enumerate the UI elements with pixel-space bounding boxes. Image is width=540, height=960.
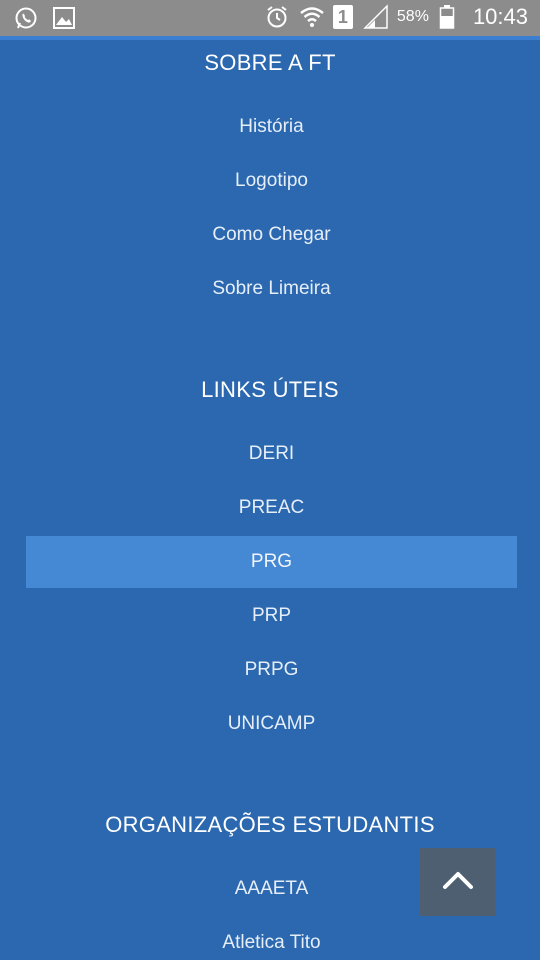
nav-item-prpg[interactable]: PRPG xyxy=(26,644,517,696)
nav-item-unicamp[interactable]: UNICAMP xyxy=(26,698,517,750)
nav-item-como-chegar[interactable]: Como Chegar xyxy=(26,209,517,261)
sim-icon: 1 xyxy=(332,5,353,29)
gallery-icon xyxy=(52,5,76,31)
wifi-icon xyxy=(299,4,324,30)
nav-item-logotipo[interactable]: Logotipo xyxy=(26,155,517,207)
nav-item-preac[interactable]: PREAC xyxy=(26,482,517,534)
nav-item-prp[interactable]: PRP xyxy=(26,590,517,642)
section-title-sobre: SOBRE A FT xyxy=(204,50,336,75)
nav-item-historia[interactable]: História xyxy=(26,101,517,153)
alarm-icon xyxy=(265,4,289,30)
nav-item-prg[interactable]: PRG xyxy=(26,536,517,588)
back-to-top-button[interactable] xyxy=(420,848,495,916)
section-title-org: ORGANIZAÇÕES ESTUDANTIS xyxy=(105,812,435,837)
nav-item-sobre-limeira[interactable]: Sobre Limeira xyxy=(26,263,517,315)
signal-icon xyxy=(363,4,388,30)
status-bar: 1 58% 10:43 xyxy=(0,0,540,36)
nav-item-deri[interactable]: DERI xyxy=(26,428,517,480)
clock: 10:43 xyxy=(472,4,528,29)
nav-item-atletica-tito[interactable]: Atletica Tito xyxy=(26,917,517,960)
whatsapp-icon xyxy=(14,5,38,31)
section-title-links: LINKS ÚTEIS xyxy=(201,377,339,402)
chevron-up-icon xyxy=(441,869,475,896)
status-bar-divider xyxy=(0,36,540,40)
battery-icon xyxy=(439,4,463,30)
battery-percent: 58% xyxy=(396,8,429,25)
